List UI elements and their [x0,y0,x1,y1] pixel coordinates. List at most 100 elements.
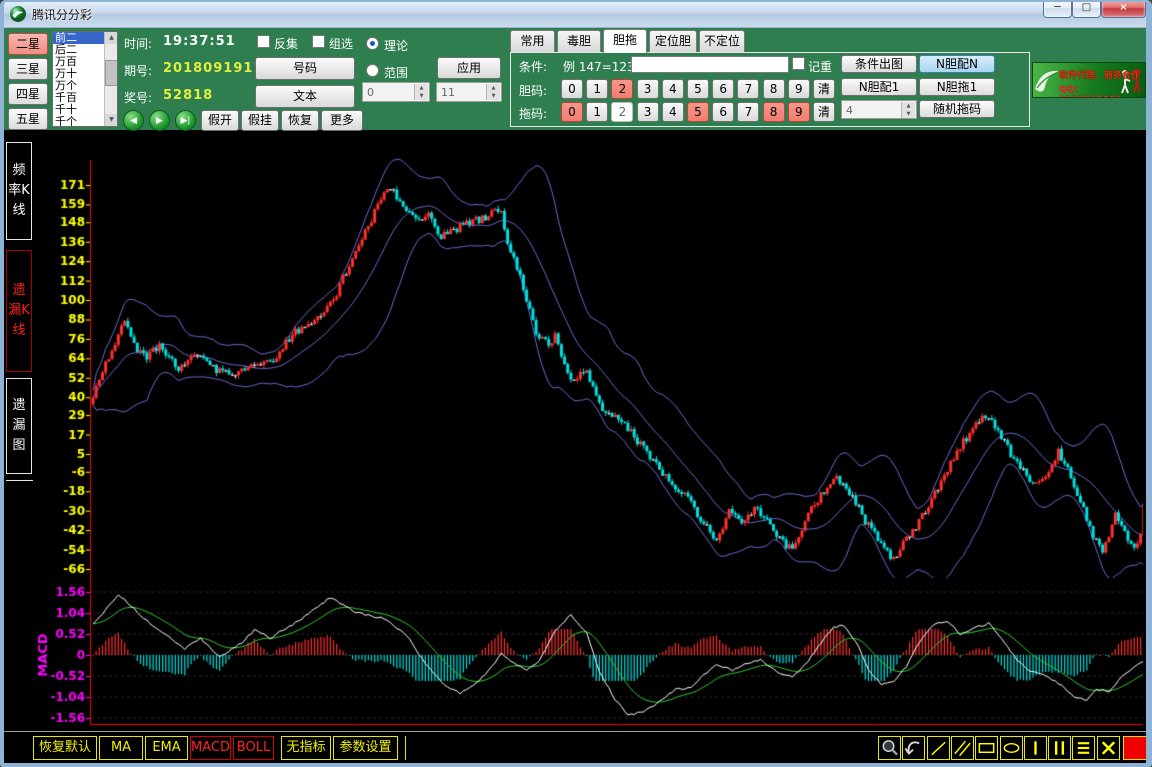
tuo-digit-4[interactable]: 4 [662,102,684,122]
condition-example: 例 147=123 [563,58,635,75]
bottom-toolbar: 恢复默认MAEMAMACDBOLL 无指标参数设置 [4,731,1146,763]
list-scrollbar[interactable]: ▲ ▼ [104,32,117,126]
spin-down-icon[interactable]: ▼ [902,110,915,118]
maximize-button[interactable]: □ [1072,0,1101,18]
indicator-button-3[interactable]: MACD [190,736,231,760]
next-button[interactable]: ▶| [175,110,196,131]
tuo-digit-1[interactable]: 1 [586,102,608,122]
close-button[interactable]: × [1101,0,1146,18]
tuo-digit-3[interactable]: 3 [637,102,659,122]
range-to-spinner[interactable]: 11 ▲▼ [436,82,502,102]
kline-chart-canvas[interactable] [33,130,1146,731]
star-button-5[interactable]: 五星 [8,108,48,130]
fake-open-button[interactable]: 假开 [201,110,239,131]
scroll-up-icon[interactable]: ▲ [105,32,118,44]
range-from-spinner[interactable]: 0 ▲▼ [362,82,430,102]
tuo-digit-8[interactable]: 8 [763,102,785,122]
tab-2[interactable]: 胆拖 [603,29,647,53]
dan-digit-3[interactable]: 3 [637,79,659,99]
apply-button[interactable]: 应用 [437,57,501,79]
indicator-button-4[interactable]: BOLL [233,736,274,760]
condition-plot-button[interactable]: 条件出图 [841,55,917,73]
spin-up-icon[interactable]: ▲ [487,84,500,92]
indicator-button-5[interactable]: 无指标 [281,736,331,760]
filter-panel: 条件: 例 147=123 记重 条件出图 N胆配N 胆码: 拖码: 01234… [510,52,1030,127]
fake-hang-button[interactable]: 假挂 [241,110,279,131]
tuo-digit-7[interactable]: 7 [737,102,759,122]
tab-0[interactable]: 常用 [510,30,555,52]
dan-digit-4[interactable]: 4 [662,79,684,99]
promo-banner[interactable]: 软件代理、商务合作 QQ：1910515001 [1032,62,1146,98]
checkbox-label-0: 反集 [274,35,298,52]
scroll-thumb[interactable] [105,60,118,86]
n-dan-1-button[interactable]: N胆配1 [841,78,917,96]
dan-digit-5[interactable]: 5 [687,79,709,99]
radio-0[interactable] [366,37,379,50]
tab-3[interactable]: 定位胆 [649,30,697,52]
close-icon[interactable] [1097,736,1120,760]
checkbox-label-1: 组选 [329,35,353,52]
more-button[interactable]: 更多 [321,110,363,131]
parallel-lines-icon[interactable] [951,736,974,760]
sidebar-item-0[interactable]: 频率K线 [6,142,32,240]
spin-up-icon[interactable]: ▲ [415,84,428,92]
app-icon[interactable] [9,5,27,23]
vline-icon[interactable] [1024,736,1047,760]
dan-digit-7[interactable]: 7 [737,79,759,99]
dan-digit-6[interactable]: 6 [712,79,734,99]
radio-1[interactable] [366,64,379,77]
indicator-button-0[interactable]: 恢复默认 [33,736,97,760]
list-item[interactable]: 千个 [53,116,105,127]
random-tuo-button[interactable]: 随机拖码 [919,100,995,118]
dan-digit-8[interactable]: 8 [763,79,785,99]
checkbox-0[interactable] [257,35,270,48]
time-label: 时间: [124,35,152,52]
minimize-button[interactable]: ─ [1043,0,1072,18]
double-vline-icon[interactable] [1048,736,1071,760]
tab-4[interactable]: 不定位 [699,30,745,52]
indicator-button-2[interactable]: EMA [145,736,188,760]
spin-down-icon[interactable]: ▼ [415,92,428,100]
sidebar-item-1[interactable]: 遗漏K线 [6,250,32,372]
count-spinner[interactable]: 4 ▲▼ [841,100,917,119]
text-button[interactable]: 文本 [255,85,355,108]
magnifier-icon[interactable] [878,736,901,760]
dan-digit-2[interactable]: 2 [611,79,633,99]
line-icon[interactable] [927,736,950,760]
dan-digit-9[interactable]: 9 [788,79,810,99]
color-swatch-red[interactable] [1123,736,1149,760]
tuo-digit-2[interactable]: 2 [611,102,633,122]
star-button-4[interactable]: 四星 [8,83,48,105]
control-panel: 二星三星四星五星 前二后二万百万十万个千百千十千个 ▲ ▼ 时间: 19:37:… [0,28,1152,130]
scroll-down-icon[interactable]: ▼ [105,114,118,126]
tuo-digit-9[interactable]: 9 [788,102,810,122]
sidebar-item-2[interactable]: 遗漏图 [6,378,32,474]
ellipse-icon[interactable] [1000,736,1023,760]
tuo-digit-0[interactable]: 0 [561,102,583,122]
tuo-clear-button[interactable]: 清 [813,102,835,122]
remember-checkbox[interactable] [792,57,805,70]
indicator-button-1[interactable]: MA [99,736,143,760]
tab-1[interactable]: 毒胆 [557,30,601,52]
restore-button[interactable]: 恢复 [281,110,319,131]
hlines-icon[interactable] [1072,736,1095,760]
undo-icon[interactable] [902,736,925,760]
indicator-button-6[interactable]: 参数设置 [333,736,398,760]
checkbox-1[interactable] [312,35,325,48]
dan-digit-0[interactable]: 0 [561,79,583,99]
dan-digit-1[interactable]: 1 [586,79,608,99]
star-button-3[interactable]: 三星 [8,58,48,80]
rectangle-icon[interactable] [975,736,998,760]
condition-input[interactable] [631,56,789,73]
dan-clear-button[interactable]: 清 [813,79,835,99]
star-button-2[interactable]: 二星 [8,33,48,55]
n-dan-n-button[interactable]: N胆配N [919,55,995,73]
tuo-digit-6[interactable]: 6 [712,102,734,122]
spin-down-icon[interactable]: ▼ [487,92,500,100]
numbers-button[interactable]: 号码 [255,57,355,80]
play-button[interactable]: ▶ [149,110,170,131]
n-tuo-1-button[interactable]: N胆拖1 [919,78,995,96]
tuo-digit-5[interactable]: 5 [687,102,709,122]
spin-up-icon[interactable]: ▲ [902,102,915,110]
prev-button[interactable]: ◀ [123,110,144,131]
